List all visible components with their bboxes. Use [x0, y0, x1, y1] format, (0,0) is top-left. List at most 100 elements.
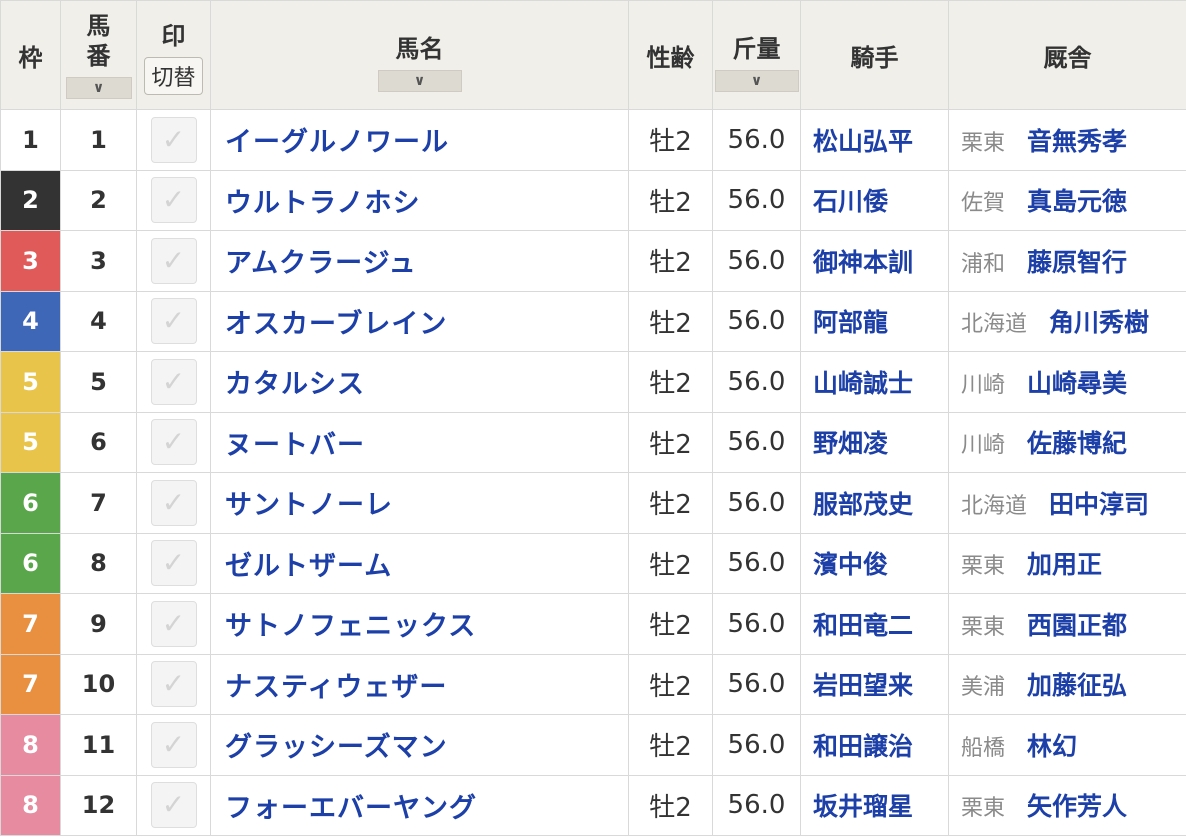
stable-cell: 栗東 音無秀孝 — [948, 109, 1186, 171]
jockey-link[interactable]: 松山弘平 — [800, 109, 949, 171]
stable-cell: 栗東 西園正都 — [948, 593, 1186, 655]
header-waku: 枠 — [0, 0, 61, 110]
mark-cell: ✓ — [136, 351, 211, 413]
header-umaban[interactable]: 馬 番 ∨ — [60, 0, 137, 110]
trainer-link[interactable]: 林幻 — [1027, 732, 1077, 761]
weight-cell: 56.0 — [712, 169, 801, 231]
trainer-link[interactable]: 角川秀樹 — [1049, 308, 1149, 337]
weight-cell: 56.0 — [712, 411, 801, 473]
check-icon[interactable]: ✓ — [150, 237, 197, 284]
sort-umaban-chevron-down-icon[interactable]: ∨ — [65, 77, 132, 99]
horse-name-link[interactable]: サトノフェニックス — [210, 593, 629, 655]
weight-cell: 56.0 — [712, 714, 801, 776]
sex-age-cell: 牡2 — [628, 532, 713, 594]
stable-region: 北海道 — [961, 493, 1028, 519]
waku-cell: 8 — [0, 714, 61, 776]
check-icon[interactable]: ✓ — [150, 540, 197, 587]
stable-cell: 北海道 田中淳司 — [948, 472, 1186, 534]
jockey-link[interactable]: 和田竜二 — [800, 593, 949, 655]
jockey-link[interactable]: 石川倭 — [800, 169, 949, 231]
mark-toggle-button[interactable]: 切替 — [144, 56, 203, 95]
horse-name-link[interactable]: イーグルノワール — [210, 109, 629, 171]
waku-cell: 4 — [0, 290, 61, 352]
weight-cell: 56.0 — [712, 230, 801, 292]
waku-cell: 2 — [0, 169, 61, 231]
horse-name-link[interactable]: グラッシーズマン — [210, 714, 629, 776]
check-icon[interactable]: ✓ — [150, 782, 197, 829]
sex-age-cell: 牡2 — [628, 109, 713, 171]
horse-name-link[interactable]: サントノーレ — [210, 472, 629, 534]
check-icon[interactable]: ✓ — [150, 479, 197, 526]
mark-cell: ✓ — [136, 169, 211, 231]
jockey-link[interactable]: 濱中俊 — [800, 532, 949, 594]
check-icon[interactable]: ✓ — [150, 177, 197, 224]
trainer-link[interactable]: 西園正都 — [1027, 611, 1127, 640]
trainer-link[interactable]: 佐藤博紀 — [1027, 429, 1127, 458]
horse-name-link[interactable]: カタルシス — [210, 351, 629, 413]
jockey-link[interactable]: 阿部龍 — [800, 290, 949, 352]
horse-name-link[interactable]: ヌートバー — [210, 411, 629, 473]
check-icon[interactable]: ✓ — [150, 661, 197, 708]
trainer-link[interactable]: 加藤征弘 — [1027, 671, 1127, 700]
weight-cell: 56.0 — [712, 109, 801, 171]
jockey-link[interactable]: 山崎誠士 — [800, 351, 949, 413]
horse-name-link[interactable]: オスカーブレイン — [210, 290, 629, 352]
trainer-link[interactable]: 音無秀孝 — [1027, 127, 1127, 156]
trainer-link[interactable]: 山崎尋美 — [1027, 369, 1127, 398]
jockey-link[interactable]: 野畑凌 — [800, 411, 949, 473]
table-row: 8 11 ✓ グラッシーズマン 牡2 56.0 和田譲治 船橋 林幻 — [0, 714, 1186, 776]
stable-region: 栗東 — [961, 554, 1006, 580]
jockey-link[interactable]: 御神本訓 — [800, 230, 949, 292]
sex-age-cell: 牡2 — [628, 411, 713, 473]
stable-region: 美浦 — [961, 675, 1006, 701]
mark-cell: ✓ — [136, 774, 211, 836]
umaban-cell: 9 — [60, 593, 137, 655]
sex-age-cell: 牡2 — [628, 593, 713, 655]
weight-cell: 56.0 — [712, 593, 801, 655]
check-icon[interactable]: ✓ — [150, 419, 197, 466]
check-icon[interactable]: ✓ — [150, 721, 197, 768]
umaban-cell: 7 — [60, 472, 137, 534]
umaban-cell: 10 — [60, 653, 137, 715]
check-icon[interactable]: ✓ — [150, 358, 197, 405]
stable-region: 船橋 — [961, 735, 1006, 761]
waku-cell: 6 — [0, 472, 61, 534]
mark-cell: ✓ — [136, 593, 211, 655]
trainer-link[interactable]: 加用正 — [1027, 550, 1102, 579]
horse-name-link[interactable]: ゼルトザーム — [210, 532, 629, 594]
horse-name-link[interactable]: アムクラージュ — [210, 230, 629, 292]
stable-region: 佐賀 — [961, 191, 1006, 217]
table-row: 8 12 ✓ フォーエバーヤング 牡2 56.0 坂井瑠星 栗東 矢作芳人 — [0, 774, 1186, 836]
horse-name-link[interactable]: フォーエバーヤング — [210, 774, 629, 836]
stable-region: 川崎 — [961, 433, 1006, 459]
table-row: 2 2 ✓ ウルトラノホシ 牡2 56.0 石川倭 佐賀 真島元徳 — [0, 169, 1186, 231]
table-row: 6 7 ✓ サントノーレ 牡2 56.0 服部茂史 北海道 田中淳司 — [0, 472, 1186, 534]
header-name-label: 馬名 — [395, 34, 444, 63]
jockey-link[interactable]: 岩田望来 — [800, 653, 949, 715]
sex-age-cell: 牡2 — [628, 169, 713, 231]
waku-cell: 6 — [0, 532, 61, 594]
check-icon[interactable]: ✓ — [150, 600, 197, 647]
waku-cell: 7 — [0, 593, 61, 655]
jockey-link[interactable]: 和田譲治 — [800, 714, 949, 776]
trainer-link[interactable]: 矢作芳人 — [1027, 792, 1127, 821]
jockey-link[interactable]: 坂井瑠星 — [800, 774, 949, 836]
waku-cell: 8 — [0, 774, 61, 836]
check-icon[interactable]: ✓ — [150, 116, 197, 163]
jockey-link[interactable]: 服部茂史 — [800, 472, 949, 534]
trainer-link[interactable]: 藤原智行 — [1027, 248, 1127, 277]
waku-cell: 5 — [0, 351, 61, 413]
mark-cell: ✓ — [136, 109, 211, 171]
header-weight[interactable]: 斤量 ∨ — [712, 0, 801, 110]
waku-cell: 5 — [0, 411, 61, 473]
sort-name-chevron-down-icon[interactable]: ∨ — [377, 69, 462, 92]
sort-weight-chevron-down-icon[interactable]: ∨ — [714, 69, 799, 92]
check-icon[interactable]: ✓ — [150, 298, 197, 345]
trainer-link[interactable]: 田中淳司 — [1049, 490, 1149, 519]
stable-region: 栗東 — [961, 130, 1006, 156]
horse-name-link[interactable]: ナスティウェザー — [210, 653, 629, 715]
horse-name-link[interactable]: ウルトラノホシ — [210, 169, 629, 231]
trainer-link[interactable]: 真島元徳 — [1027, 187, 1127, 216]
umaban-cell: 12 — [60, 774, 137, 836]
header-name[interactable]: 馬名 ∨ — [210, 0, 629, 110]
